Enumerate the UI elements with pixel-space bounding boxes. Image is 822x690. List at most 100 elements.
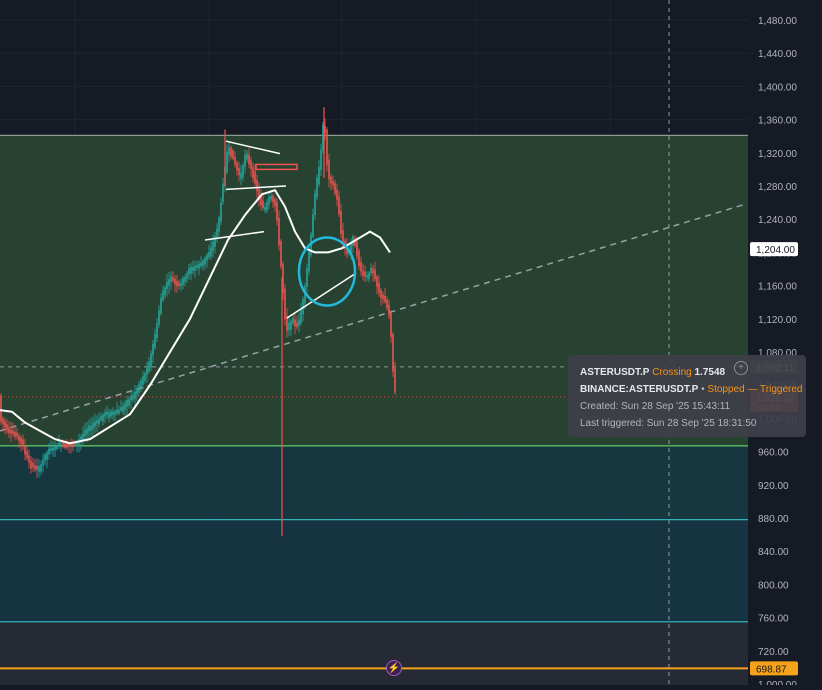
candle-body bbox=[32, 462, 34, 468]
candle-body bbox=[52, 447, 54, 451]
candle-body bbox=[306, 268, 308, 287]
candle-body bbox=[372, 268, 374, 274]
candle-body bbox=[98, 418, 100, 425]
candle-body bbox=[136, 388, 138, 395]
candle-body bbox=[48, 448, 50, 455]
candle-body bbox=[62, 442, 64, 445]
axis-tick-label: 1,160.00 bbox=[758, 282, 797, 293]
candle-body bbox=[160, 298, 162, 314]
candle-body bbox=[36, 465, 38, 470]
candle-body bbox=[272, 195, 274, 203]
alert-exchange-symbol: BINANCE:ASTERUSDT.P bbox=[580, 384, 699, 395]
axis-tick-label: 1,240.00 bbox=[758, 215, 797, 226]
candle-body bbox=[252, 166, 254, 179]
candle-body bbox=[22, 439, 24, 447]
candle-body bbox=[364, 271, 366, 278]
candle-body bbox=[358, 250, 360, 267]
candle-body bbox=[248, 154, 250, 165]
candle-body bbox=[154, 333, 156, 348]
candle-body bbox=[370, 267, 372, 274]
candle-body bbox=[64, 443, 66, 448]
candle-body bbox=[170, 276, 172, 282]
axis-tick-label: 1,440.00 bbox=[758, 49, 797, 60]
candle-body bbox=[94, 421, 96, 427]
candle-body bbox=[360, 261, 362, 272]
candle-body bbox=[246, 153, 248, 160]
candle-body bbox=[120, 407, 122, 411]
candle-body bbox=[198, 263, 200, 269]
candle-body bbox=[386, 299, 388, 309]
axis-tick-label: 840.00 bbox=[758, 547, 789, 558]
alert-last-triggered-time: 18:31:50 bbox=[717, 418, 757, 429]
candle-body bbox=[318, 167, 320, 185]
candle-body bbox=[42, 459, 44, 466]
current-price-badge: 1,204.00 bbox=[756, 245, 795, 256]
alert-tooltip: + ASTERUSDT.P Crossing 1.7548 BINANCE:AS… bbox=[568, 355, 806, 437]
alert-line-badge: 698.87 bbox=[756, 664, 787, 675]
price-chart[interactable]: 1,480.00 1,440.00 1,400.00 1,360.00 1,320.00… bbox=[0, 0, 822, 690]
axis-tick-label: 1,400.00 bbox=[758, 82, 797, 93]
lightning-icon[interactable]: ⚡ bbox=[386, 660, 402, 676]
candle-body bbox=[40, 464, 42, 472]
candle-body bbox=[174, 278, 176, 285]
candle-body bbox=[334, 183, 336, 194]
candle-body bbox=[56, 445, 58, 449]
candle-body bbox=[148, 361, 150, 372]
candle-body bbox=[202, 260, 204, 266]
candle-body bbox=[374, 269, 376, 280]
candle-body bbox=[292, 317, 294, 324]
candle-body bbox=[262, 200, 264, 208]
candle-body bbox=[268, 196, 270, 205]
candle-body bbox=[284, 288, 286, 320]
axis-tick-label: 880.00 bbox=[758, 514, 789, 525]
axis-tick-label: 1,320.00 bbox=[758, 149, 797, 160]
candle-body bbox=[114, 411, 116, 415]
axis-tick-label: 720.00 bbox=[758, 647, 789, 658]
candle-body bbox=[278, 218, 280, 246]
candle-body bbox=[180, 283, 182, 286]
alert-level: 1.7548 bbox=[694, 367, 726, 378]
candle-body bbox=[12, 430, 14, 435]
axis-tick-label: 960.00 bbox=[758, 448, 789, 459]
candle-body bbox=[270, 196, 272, 200]
candle-body bbox=[240, 172, 242, 179]
candle-body bbox=[106, 411, 108, 415]
axis-tick-label: 920.00 bbox=[758, 481, 789, 492]
candle-body bbox=[380, 290, 382, 299]
candle-body bbox=[172, 277, 174, 281]
alert-created-time: 15:43:11 bbox=[692, 401, 731, 412]
teal-zone-upper bbox=[0, 445, 748, 520]
axis-tick-label: 760.00 bbox=[758, 614, 789, 625]
candle-body bbox=[184, 276, 186, 283]
candle-body bbox=[274, 199, 276, 207]
candle-body bbox=[112, 411, 114, 416]
candle-body bbox=[222, 183, 224, 202]
candle-body bbox=[368, 272, 370, 280]
candle-body bbox=[288, 322, 290, 330]
candle-body bbox=[8, 426, 10, 434]
candle-body bbox=[96, 419, 98, 424]
candle-body bbox=[88, 425, 90, 432]
candle-body bbox=[66, 443, 68, 448]
candle-body bbox=[164, 287, 166, 296]
candle-body bbox=[192, 267, 194, 272]
candle-body bbox=[140, 380, 142, 388]
candle-body bbox=[118, 409, 120, 414]
candle-body bbox=[82, 433, 84, 441]
candle-body bbox=[190, 266, 192, 274]
chart-area[interactable]: 1,480.00 1,440.00 1,400.00 1,360.00 1,320.00… bbox=[0, 0, 822, 690]
candle-body bbox=[58, 441, 60, 447]
candle-body bbox=[124, 403, 126, 410]
candle-body bbox=[194, 265, 196, 271]
candle-body bbox=[6, 424, 8, 431]
candle-body bbox=[50, 447, 52, 452]
close-icon[interactable]: + bbox=[734, 361, 748, 375]
candle-body bbox=[168, 279, 170, 286]
candle-body bbox=[388, 304, 390, 317]
candle-body bbox=[394, 367, 396, 393]
candle-body bbox=[44, 454, 46, 461]
candle-body bbox=[110, 411, 112, 417]
candle-body bbox=[128, 399, 130, 406]
candle-body bbox=[316, 177, 318, 198]
candle-body bbox=[28, 455, 30, 463]
